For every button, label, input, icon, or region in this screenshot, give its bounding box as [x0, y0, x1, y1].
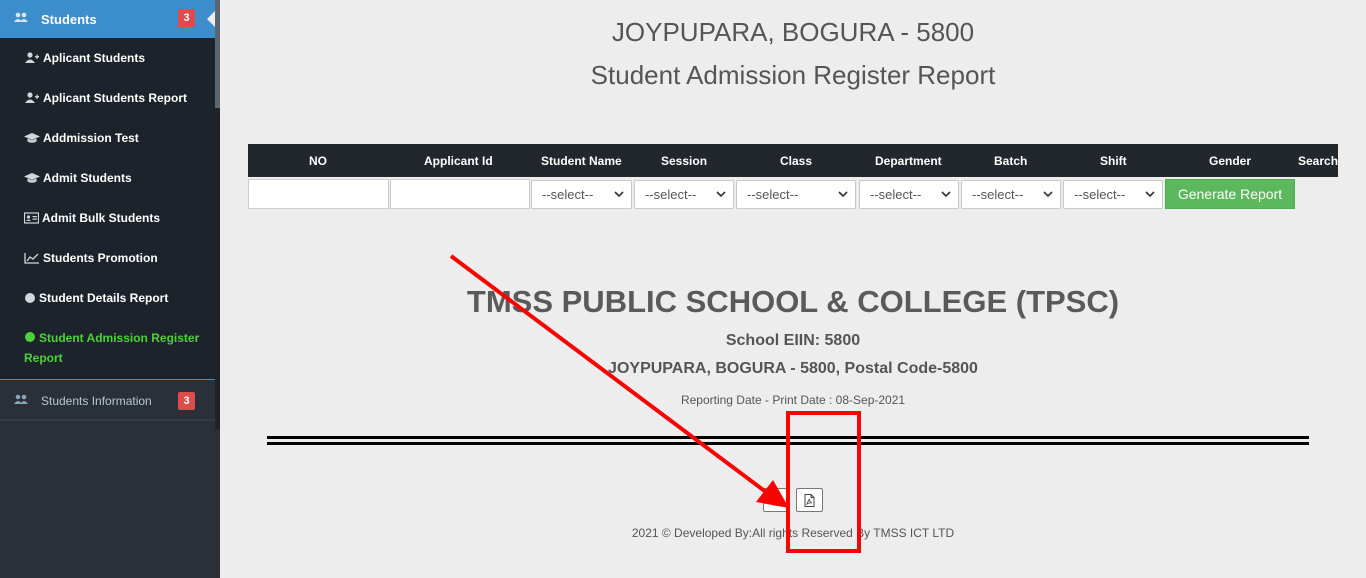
sidebar-item-label: Student Admission Register Report	[24, 328, 204, 368]
active-caret	[207, 11, 215, 27]
col-shift: Shift	[1100, 154, 1127, 168]
col-gender: Gender	[1209, 154, 1252, 168]
users-icon	[14, 394, 28, 404]
school-eiin: School EIIN: 5800	[725, 332, 861, 349]
sidebar-info-label: Students Information	[41, 394, 152, 408]
students-count-badge: 3	[178, 9, 195, 27]
info-count-badge: 3	[178, 392, 195, 410]
reporting-date: Reporting Date - Print Date : 08-Sep-202…	[680, 393, 906, 407]
report-table-header: NO Applicant Id Student Name Session Cla…	[248, 144, 1338, 177]
user-plus-icon	[25, 52, 39, 63]
chevron-down-icon	[716, 191, 726, 198]
col-applicant-id: Applicant Id	[424, 154, 493, 168]
col-batch: Batch	[994, 154, 1028, 168]
chevron-down-icon	[838, 191, 848, 198]
col-department: Department	[875, 154, 942, 168]
sidebar-item-students[interactable]: Students 3	[0, 0, 215, 38]
school-name: TMSS PUBLIC SCHOOL & COLLEGE (TPSC)	[466, 284, 1120, 319]
sidebar-item-students-promotion[interactable]: Students Promotion	[24, 251, 158, 265]
circle-icon	[25, 293, 35, 303]
divider	[267, 442, 1309, 445]
chevron-down-icon	[1145, 191, 1155, 198]
sidebar-item-aplicant-students[interactable]: Aplicant Students	[24, 51, 145, 65]
sidebar-item-label: Addmission Test	[43, 131, 139, 145]
batch-select[interactable]: --select--	[961, 180, 1061, 209]
applicant-id-field[interactable]	[390, 179, 530, 209]
print-icon	[770, 494, 783, 506]
col-session: Session	[661, 154, 708, 168]
chevron-down-icon	[1043, 191, 1053, 198]
col-student-name: Student Name	[541, 154, 622, 168]
select-value: --select--	[747, 187, 799, 202]
select-value: --select--	[645, 187, 697, 202]
sidebar-item-admit-bulk-students[interactable]: Admit Bulk Students	[24, 211, 160, 225]
footer-text: 2021 © Developed By:All rights Reserved …	[631, 526, 955, 540]
sidebar-item-addmission-test[interactable]: Addmission Test	[24, 131, 139, 145]
sidebar-item-label: Admit Bulk Students	[42, 211, 161, 225]
department-select[interactable]: --select--	[859, 180, 959, 209]
sidebar-item-label: Admit Students	[43, 171, 132, 185]
select-value: --select--	[1074, 187, 1126, 202]
sidebar-item-label: Aplicant Students	[43, 51, 146, 65]
session-select[interactable]: --select--	[634, 180, 734, 209]
sidebar-item-students-information[interactable]: Students Information 3	[0, 381, 215, 421]
sidebar-submenu: Aplicant Students Aplicant Students Repo…	[0, 38, 215, 380]
sidebar-item-student-admission-register-report[interactable]: Student Admission Register Report	[24, 328, 204, 368]
select-value: --select--	[870, 187, 922, 202]
circle-icon	[25, 332, 35, 342]
pdf-export-button[interactable]	[796, 488, 823, 512]
select-value: --select--	[972, 187, 1024, 202]
col-class: Class	[780, 154, 813, 168]
school-address: JOYPUPARA, BOGURA - 5800, Postal Code-58…	[608, 360, 978, 377]
no-field[interactable]	[248, 179, 389, 209]
line-chart-icon	[24, 253, 39, 264]
print-button[interactable]	[763, 488, 790, 512]
graduation-cap-icon	[24, 133, 40, 143]
sidebar-item-student-details-report[interactable]: Student Details Report	[24, 291, 168, 305]
chevron-down-icon	[614, 191, 624, 198]
sidebar: Students 3 Aplicant Students Aplicant St…	[0, 0, 220, 578]
divider	[267, 436, 1309, 439]
student-name-select[interactable]: --select--	[531, 180, 632, 209]
col-no: NO	[309, 154, 327, 168]
graduation-cap-icon	[24, 173, 40, 183]
page-address: JOYPUPARA, BOGURA - 5800	[611, 17, 975, 47]
sidebar-item-label: Student Details Report	[39, 291, 169, 305]
select-value: --select--	[542, 187, 594, 202]
users-icon	[14, 12, 28, 22]
active-item-text: Student Admission Register Report	[24, 331, 200, 365]
generate-report-button[interactable]: Generate Report	[1165, 179, 1295, 209]
class-select[interactable]: --select--	[736, 180, 856, 209]
chevron-down-icon	[941, 191, 951, 198]
page-title: Student Admission Register Report	[590, 60, 996, 90]
sidebar-item-admit-students[interactable]: Admit Students	[24, 171, 132, 185]
file-pdf-icon	[804, 493, 815, 507]
sidebar-item-label: Aplicant Students Report	[43, 91, 188, 105]
sidebar-header-label: Students	[41, 12, 97, 27]
user-plus-icon	[25, 92, 39, 103]
col-search: Search	[1298, 154, 1339, 168]
id-card-icon	[24, 212, 39, 224]
sidebar-item-label: Students Promotion	[43, 251, 158, 265]
sidebar-item-aplicant-students-report[interactable]: Aplicant Students Report	[24, 91, 187, 105]
shift-select[interactable]: --select--	[1063, 180, 1163, 209]
